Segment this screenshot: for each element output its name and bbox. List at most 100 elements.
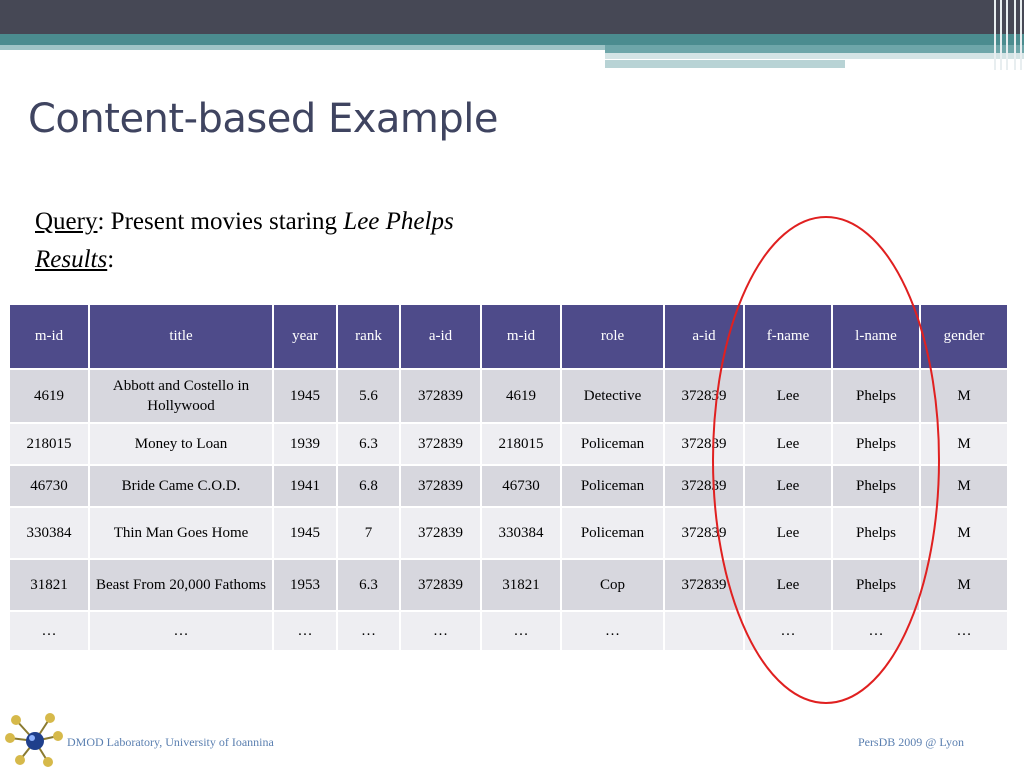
table-cell: Policeman <box>560 422 665 466</box>
table-cell: Abbott and Costello in Hollywood <box>88 368 274 424</box>
table-row: 4619 Abbott and Costello in Hollywood 1945… <box>8 368 1009 424</box>
column-header: year <box>272 303 338 370</box>
light-band-right <box>605 60 845 68</box>
teal-band <box>0 34 1024 45</box>
table-row: 330384 Thin Man Goes Home 1945 7 372839 33038… <box>8 506 1009 560</box>
table-cell: … <box>480 610 562 652</box>
light-band <box>0 45 605 50</box>
table-cell: 218015 <box>480 422 562 466</box>
table-cell: 1953 <box>272 558 338 612</box>
table-cell: 5.6 <box>336 368 401 424</box>
column-header: title <box>88 303 274 370</box>
column-header: role <box>560 303 665 370</box>
table-header-row: m-id title year rank a-id m-id role a-id… <box>8 303 1009 370</box>
column-header: a-id <box>663 303 745 370</box>
lab-logo-icon <box>5 713 63 767</box>
query-line: Query: Present movies staring Lee Phelps <box>35 208 454 236</box>
footer-conference: PersDB 2009 @ Lyon <box>857 735 964 749</box>
column-header: l-name <box>831 303 921 370</box>
table-cell: 1945 <box>272 506 338 560</box>
table-cell: Bride Came C.O.D. <box>88 464 274 508</box>
table-cell: 4619 <box>8 368 90 424</box>
table-cell: Phelps <box>831 368 921 424</box>
table-cell: Cop <box>560 558 665 612</box>
table-cell: Thin Man Goes Home <box>88 506 274 560</box>
table-cell: 46730 <box>480 464 562 508</box>
table-cell: Lee <box>743 464 833 508</box>
column-header: gender <box>919 303 1009 370</box>
table-cell: Phelps <box>831 506 921 560</box>
query-name: Lee Phelps <box>343 208 454 235</box>
table-row: ………………………… <box>8 610 1009 652</box>
table-cell: Phelps <box>831 422 921 466</box>
table-cell: M <box>919 464 1009 508</box>
table-cell: 372839 <box>399 368 482 424</box>
table-cell: Beast From 20,000 Fathoms <box>88 558 274 612</box>
table-row: 46730 Bride Came C.O.D. 1941 6.8 372839 46730… <box>8 464 1009 508</box>
table-cell: 4619 <box>480 368 562 424</box>
table-cell: … <box>743 610 833 652</box>
table-row: 31821 Beast From 20,000 Fathoms 1953 6.3 372… <box>8 558 1009 612</box>
table-cell: 6.3 <box>336 422 401 466</box>
table-cell: Detective <box>560 368 665 424</box>
table-cell <box>663 610 745 652</box>
table-cell: … <box>88 610 274 652</box>
table-cell: … <box>336 610 401 652</box>
query-text: : Present movies staring <box>97 208 344 235</box>
table-cell: 372839 <box>663 506 745 560</box>
table-cell: 31821 <box>480 558 562 612</box>
query-label: Query <box>35 208 98 235</box>
table-cell: 372839 <box>663 368 745 424</box>
table-cell: 372839 <box>399 558 482 612</box>
table-cell: … <box>272 610 338 652</box>
table-cell: Money to Loan <box>88 422 274 466</box>
results-line: Results: <box>35 246 114 274</box>
table-cell: M <box>919 368 1009 424</box>
table-cell: 6.8 <box>336 464 401 508</box>
column-header: a-id <box>399 303 482 370</box>
table-cell: 6.3 <box>336 558 401 612</box>
results-table: m-id title year rank a-id m-id role a-id… <box>8 303 1009 652</box>
table-cell: 1941 <box>272 464 338 508</box>
column-header: f-name <box>743 303 833 370</box>
table-cell: Phelps <box>831 558 921 612</box>
table-cell: 330384 <box>8 506 90 560</box>
table-cell: Policeman <box>560 464 665 508</box>
decorative-stripes <box>988 0 1024 70</box>
teal-band-right <box>605 45 1024 53</box>
table-cell: 372839 <box>399 464 482 508</box>
table-cell: 31821 <box>8 558 90 612</box>
top-banner <box>0 0 1024 34</box>
table-cell: 1939 <box>272 422 338 466</box>
table-cell: 372839 <box>663 422 745 466</box>
results-label: Results <box>35 246 108 273</box>
slide-title: Content-based Example <box>28 96 499 142</box>
table-cell: … <box>919 610 1009 652</box>
table-cell: … <box>8 610 90 652</box>
results-colon: : <box>107 246 115 273</box>
pale-band-right <box>605 53 1024 59</box>
table-cell: 218015 <box>8 422 90 466</box>
table-cell: 372839 <box>399 422 482 466</box>
table-cell: … <box>560 610 665 652</box>
table-cell: 372839 <box>663 464 745 508</box>
table-cell: M <box>919 506 1009 560</box>
table-cell: Lee <box>743 422 833 466</box>
table-cell: 372839 <box>663 558 745 612</box>
table-cell: … <box>399 610 482 652</box>
table-cell: … <box>831 610 921 652</box>
table-cell: 330384 <box>480 506 562 560</box>
table-cell: 1945 <box>272 368 338 424</box>
column-header: m-id <box>480 303 562 370</box>
table-row: 218015 Money to Loan 1939 6.3 372839 218015 Po… <box>8 422 1009 466</box>
table-cell: 7 <box>336 506 401 560</box>
column-header: rank <box>336 303 401 370</box>
table-cell: 46730 <box>8 464 90 508</box>
table-cell: Phelps <box>831 464 921 508</box>
table-cell: Lee <box>743 368 833 424</box>
table-cell: M <box>919 558 1009 612</box>
table-cell: Policeman <box>560 506 665 560</box>
column-header: m-id <box>8 303 90 370</box>
footer-lab: DMOD Laboratory, University of Ioannina <box>67 735 274 749</box>
table-cell: 372839 <box>399 506 482 560</box>
